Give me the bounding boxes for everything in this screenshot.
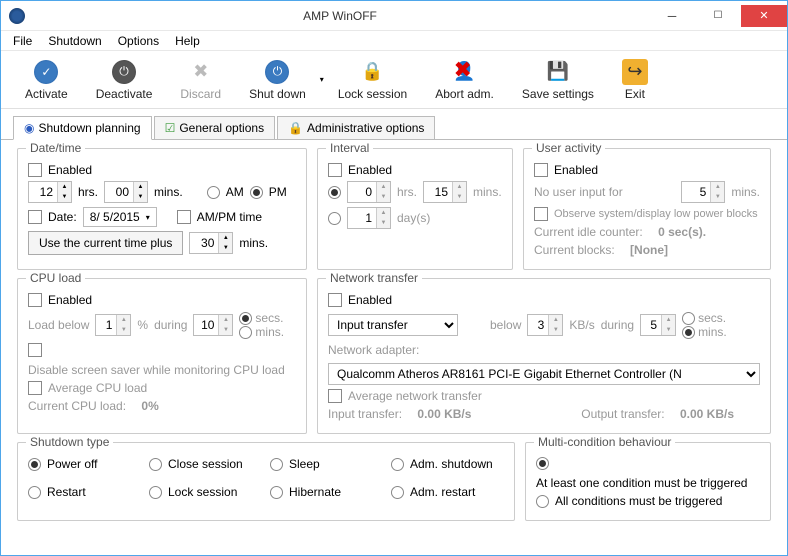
menubar: File Shutdown Options Help <box>1 31 787 51</box>
user-activity-group: User activity Enabled No user input for … <box>523 148 771 270</box>
minimize-button[interactable] <box>649 5 695 27</box>
net-adapter-select[interactable]: Qualcomm Atheros AR8161 PCI-E Gigabit Et… <box>328 363 760 385</box>
datetime-hrs-spinner[interactable]: ▲▼ <box>28 181 72 203</box>
avg-cpu-checkbox[interactable] <box>28 381 42 395</box>
exit-button[interactable]: ↪Exit <box>608 57 662 103</box>
net-direction-select[interactable]: Input transfer <box>328 314 458 336</box>
date-checkbox[interactable] <box>28 210 42 224</box>
cpu-enabled-checkbox[interactable] <box>28 293 42 307</box>
restart-radio[interactable] <box>28 486 41 499</box>
net-during-spinner[interactable]: ▲▼ <box>640 314 676 336</box>
interval-hrs-spinner[interactable]: ▲▼ <box>347 181 391 203</box>
useractivity-enabled-checkbox[interactable] <box>534 163 548 177</box>
menu-shutdown[interactable]: Shutdown <box>40 32 109 50</box>
plus-mins-spinner[interactable]: ▲▼ <box>189 232 233 254</box>
multi-condition-group: Multi-condition behaviour At least one c… <box>525 442 771 521</box>
shutdown-type-group: Shutdown type Power off Close session Sl… <box>17 442 515 521</box>
tab-general-options[interactable]: ☑General options <box>154 116 276 140</box>
observe-checkbox[interactable] <box>534 207 548 221</box>
lock-session-button[interactable]: 🔒Lock session <box>324 57 421 103</box>
admrestart-radio[interactable] <box>391 486 404 499</box>
interval-mins-spinner[interactable]: ▲▼ <box>423 181 467 203</box>
cpu-secs-radio[interactable] <box>239 312 252 325</box>
lock-session-radio[interactable] <box>149 486 162 499</box>
network-group: Network transfer Enabled Input transfer … <box>317 278 771 434</box>
interval-enabled-checkbox[interactable] <box>328 163 342 177</box>
multi-legend: Multi-condition behaviour <box>534 435 675 449</box>
window-title: AMP WinOFF <box>31 9 649 23</box>
hibernate-radio[interactable] <box>270 486 283 499</box>
activate-button[interactable]: ✓Activate <box>11 57 82 103</box>
app-icon <box>9 8 25 24</box>
interval-group: Interval Enabled ▲▼ hrs. ▲▼ mins. ▲▼ day… <box>317 148 513 270</box>
toolbar: ✓Activate ⏻Deactivate ✖Discard ⏻Shut dow… <box>1 51 787 109</box>
datetime-mins-spinner[interactable]: ▲▼ <box>104 181 148 203</box>
noinput-mins-spinner[interactable]: ▲▼ <box>681 181 725 203</box>
tabbar: ◉Shutdown planning ☑General options 🔒Adm… <box>1 109 787 140</box>
cpu-during-spinner[interactable]: ▲▼ <box>193 314 233 336</box>
cpu-below-spinner[interactable]: ▲▼ <box>95 314 131 336</box>
interval-legend: Interval <box>326 141 373 155</box>
datetime-legend: Date/time <box>26 141 85 155</box>
atleastone-radio[interactable] <box>536 457 549 470</box>
net-mins-radio[interactable] <box>682 326 695 339</box>
allconditions-radio[interactable] <box>536 495 549 508</box>
poweroff-radio[interactable] <box>28 458 41 471</box>
shutdown-type-legend: Shutdown type <box>26 435 113 449</box>
date-picker[interactable]: 8/ 5/2015▾ <box>83 207 157 227</box>
interval-hrs-radio[interactable] <box>328 186 341 199</box>
content: Date/time Enabled ▲▼ hrs. ▲▼ mins. AM PM… <box>1 140 787 537</box>
titlebar[interactable]: AMP WinOFF <box>1 1 787 31</box>
datetime-enabled-checkbox[interactable] <box>28 163 42 177</box>
cpu-group: CPU load Enabled Load below ▲▼ % during … <box>17 278 307 434</box>
pm-radio[interactable] <box>250 186 263 199</box>
close-button[interactable] <box>741 5 787 27</box>
tab-shutdown-planning[interactable]: ◉Shutdown planning <box>13 116 152 140</box>
net-enabled-checkbox[interactable] <box>328 293 342 307</box>
am-radio[interactable] <box>207 186 220 199</box>
menu-file[interactable]: File <box>5 32 40 50</box>
abort-adm-button[interactable]: 👤✖Abort adm. <box>421 57 508 103</box>
disable-ss-checkbox[interactable] <box>28 343 42 357</box>
tab-administrative-options[interactable]: 🔒Administrative options <box>277 116 435 140</box>
shutdown-button[interactable]: ⏻Shut down <box>235 57 320 103</box>
interval-days-radio[interactable] <box>328 212 341 225</box>
datetime-group: Date/time Enabled ▲▼ hrs. ▲▼ mins. AM PM… <box>17 148 307 270</box>
user-activity-legend: User activity <box>532 141 605 155</box>
deactivate-button[interactable]: ⏻Deactivate <box>82 57 167 103</box>
maximize-button[interactable] <box>695 5 741 27</box>
cpu-mins-radio[interactable] <box>239 326 252 339</box>
use-current-time-button[interactable]: Use the current time plus <box>28 231 183 255</box>
sleep-radio[interactable] <box>270 458 283 471</box>
discard-button[interactable]: ✖Discard <box>166 57 235 103</box>
save-settings-button[interactable]: 💾Save settings <box>508 57 608 103</box>
avg-net-checkbox[interactable] <box>328 389 342 403</box>
menu-help[interactable]: Help <box>167 32 208 50</box>
menu-options[interactable]: Options <box>110 32 167 50</box>
network-legend: Network transfer <box>326 271 422 285</box>
cpu-legend: CPU load <box>26 271 85 285</box>
close-session-radio[interactable] <box>149 458 162 471</box>
net-secs-radio[interactable] <box>682 312 695 325</box>
net-below-spinner[interactable]: ▲▼ <box>527 314 563 336</box>
interval-days-spinner[interactable]: ▲▼ <box>347 207 391 229</box>
admshutdown-radio[interactable] <box>391 458 404 471</box>
ampm-checkbox[interactable] <box>177 210 191 224</box>
